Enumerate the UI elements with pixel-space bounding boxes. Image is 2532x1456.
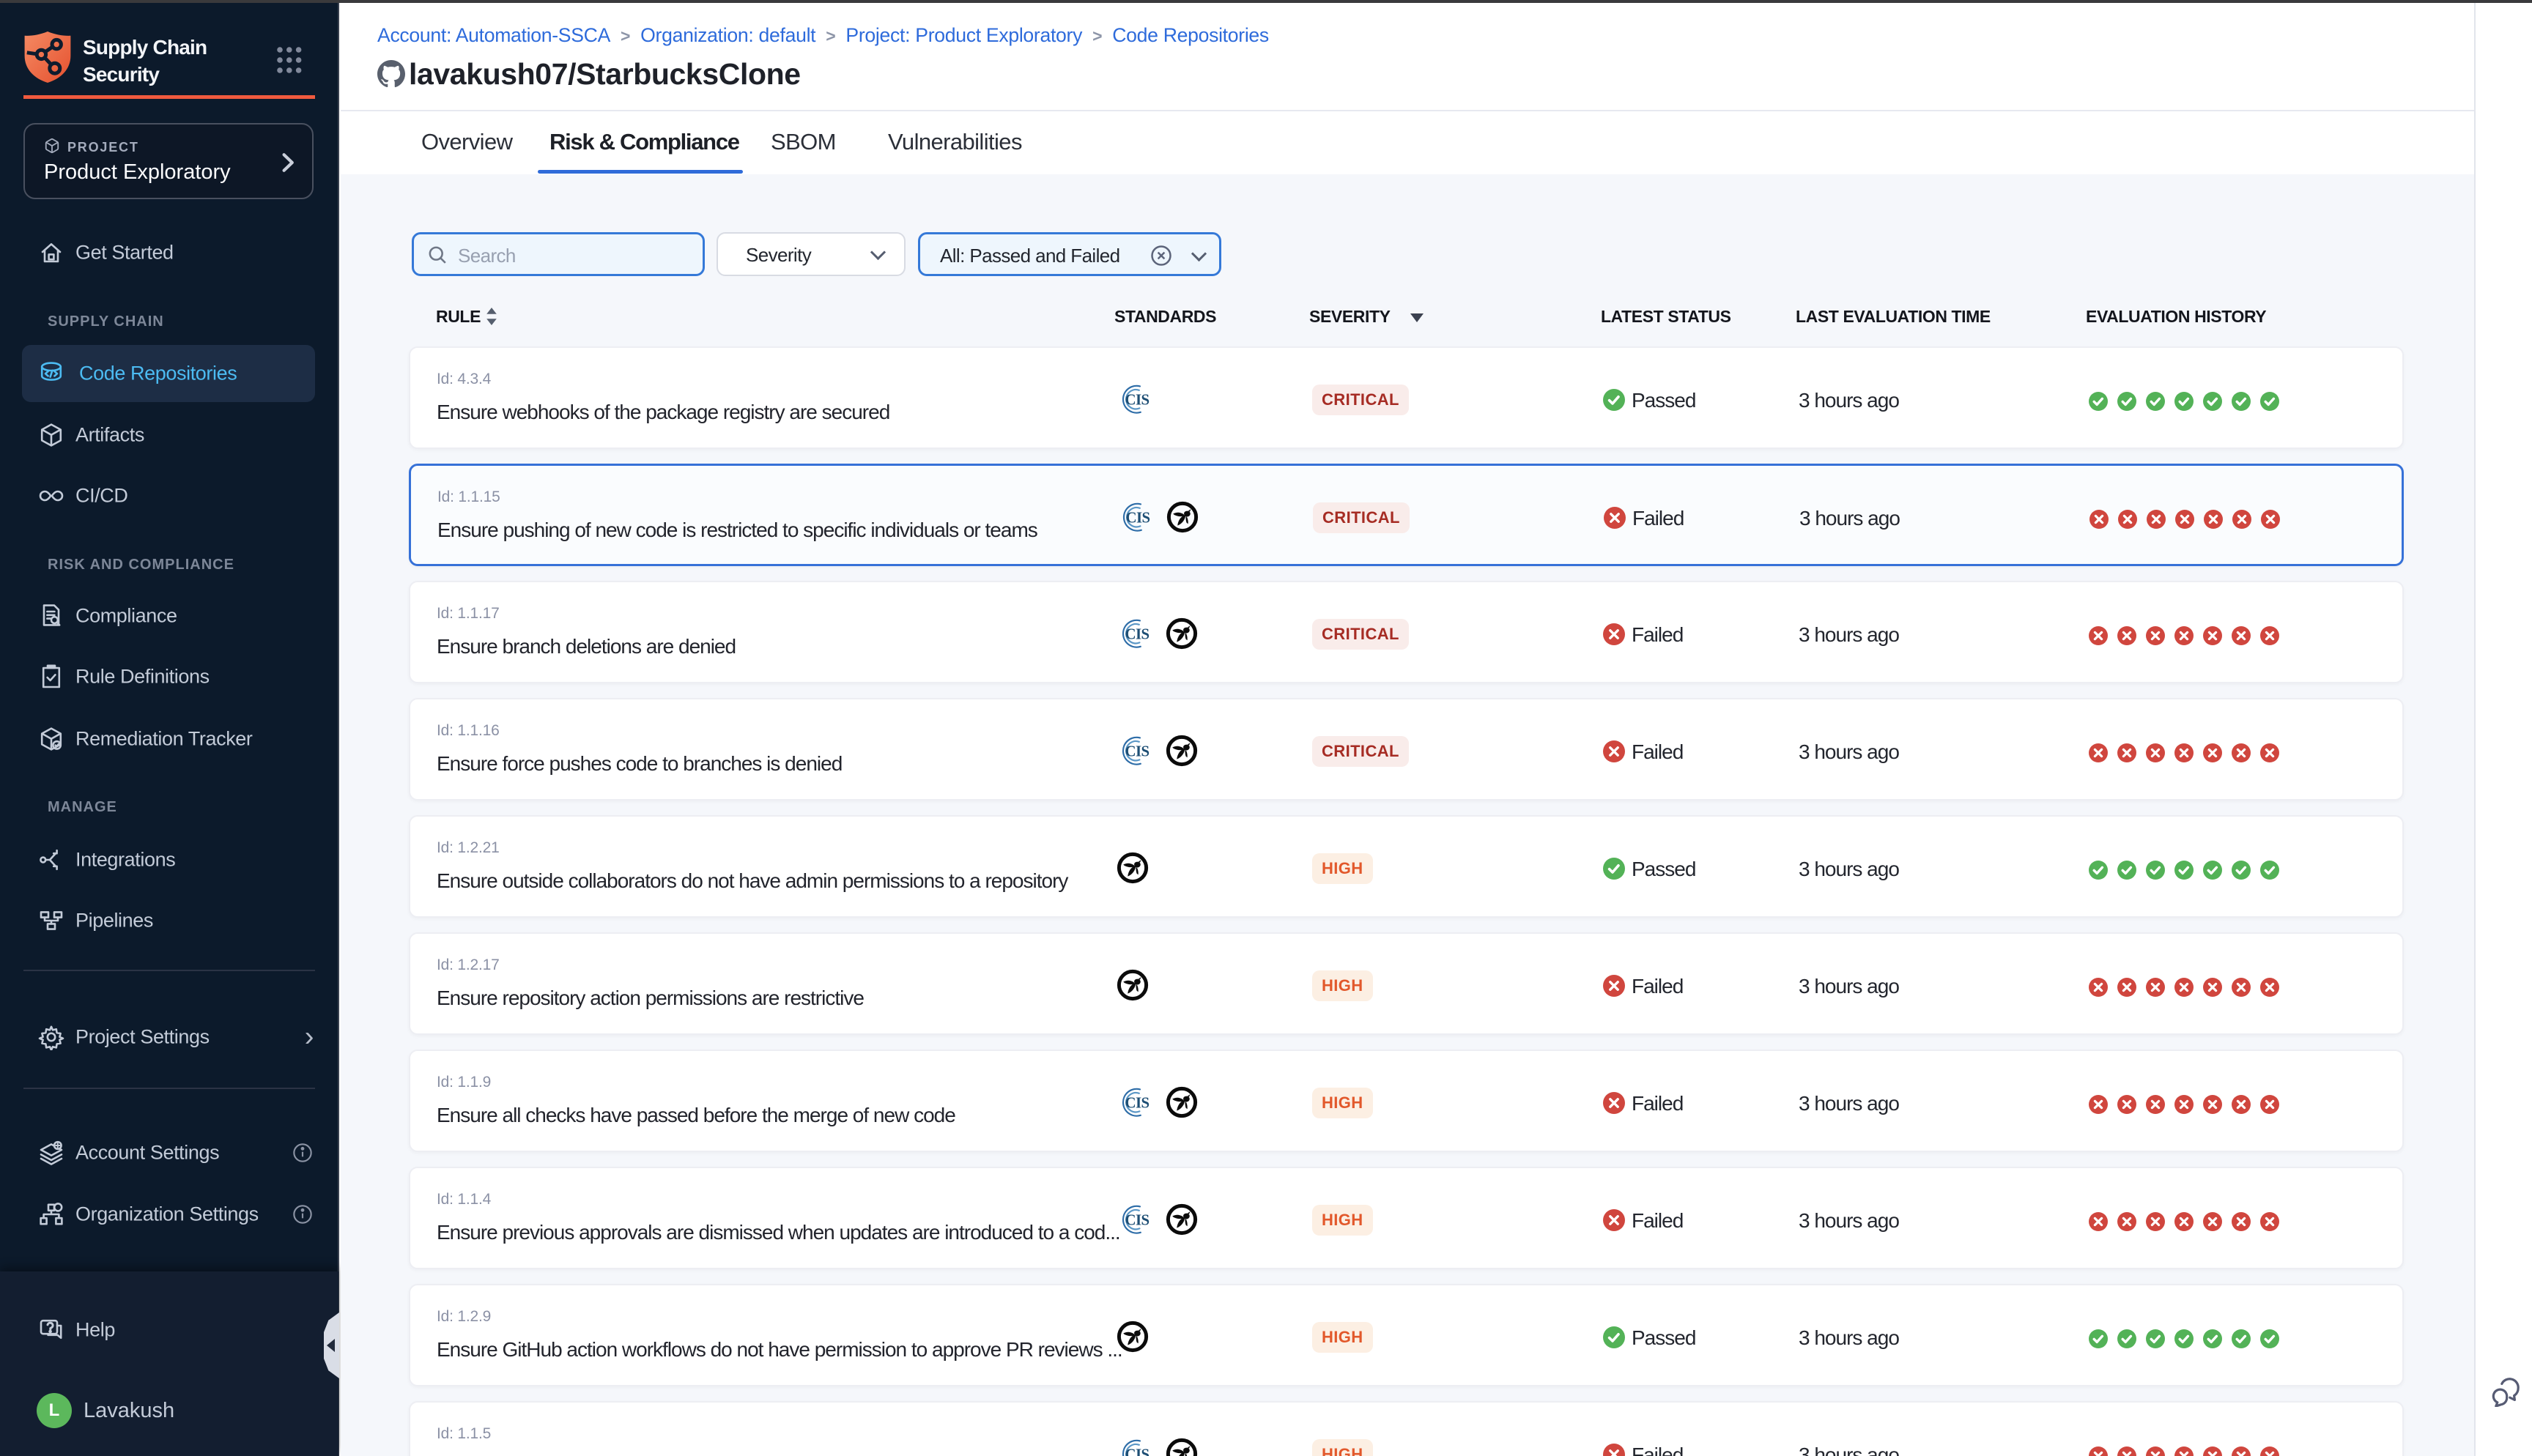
svg-text:CIS: CIS xyxy=(1125,1095,1150,1112)
svg-text:CIS: CIS xyxy=(1126,510,1150,527)
svg-text:CIS: CIS xyxy=(1125,1446,1150,1456)
svg-text:CIS: CIS xyxy=(1125,392,1150,409)
svg-text:CIS: CIS xyxy=(1125,626,1150,643)
svg-text:CIS: CIS xyxy=(1125,1212,1150,1229)
svg-text:CIS: CIS xyxy=(1125,743,1150,760)
